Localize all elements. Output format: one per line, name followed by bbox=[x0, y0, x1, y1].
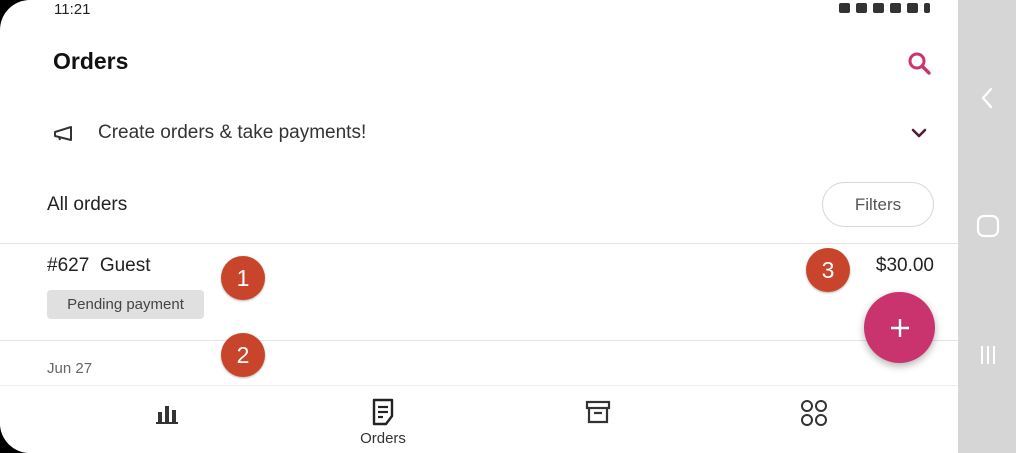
status-time: 11:21 bbox=[54, 1, 91, 18]
nav-orders[interactable]: Orders bbox=[323, 386, 443, 453]
nav-stats[interactable] bbox=[108, 386, 228, 453]
nav-orders-label: Orders bbox=[360, 430, 406, 447]
wifi-icon bbox=[873, 3, 884, 13]
status-icons bbox=[839, 3, 930, 13]
marker-2: 2 bbox=[221, 333, 265, 377]
search-icon bbox=[908, 52, 931, 75]
megaphone-icon bbox=[54, 126, 72, 141]
section-title: All orders bbox=[47, 194, 128, 215]
status-badge: Pending payment bbox=[47, 290, 204, 319]
grid-circles-icon bbox=[801, 400, 827, 426]
filters-button[interactable]: Filters bbox=[822, 182, 934, 227]
date-group-label: Jun 27 bbox=[47, 360, 93, 377]
marker-3: 3 bbox=[806, 248, 850, 292]
order-title: #627 Guest bbox=[47, 255, 151, 276]
bar-chart-icon bbox=[156, 406, 178, 424]
app-screen: 11:21 Orders Create orders & take paymen… bbox=[0, 0, 958, 453]
plus-icon bbox=[890, 318, 909, 337]
home-icon[interactable] bbox=[976, 214, 1000, 238]
document-icon bbox=[372, 398, 394, 426]
mute-icon bbox=[856, 3, 867, 13]
signal-icon bbox=[907, 3, 918, 13]
promo-text: Create orders & take payments! bbox=[98, 122, 367, 143]
marker-1: 1 bbox=[221, 256, 265, 300]
add-order-button[interactable] bbox=[864, 292, 935, 363]
page-title: Orders bbox=[53, 48, 129, 74]
recents-icon[interactable] bbox=[978, 344, 998, 366]
promo-banner[interactable]: Create orders & take payments! bbox=[0, 107, 958, 159]
system-nav-bar bbox=[958, 0, 1016, 453]
chevron-down-icon[interactable] bbox=[907, 124, 931, 142]
nav-more[interactable] bbox=[754, 386, 874, 453]
archive-box-icon bbox=[585, 400, 611, 424]
back-icon[interactable] bbox=[978, 86, 996, 110]
order-amount: $30.00 bbox=[875, 255, 934, 276]
divider bbox=[0, 243, 958, 244]
nav-products[interactable] bbox=[538, 386, 658, 453]
search-button[interactable] bbox=[905, 50, 933, 78]
lte-icon bbox=[890, 3, 901, 13]
divider bbox=[0, 340, 958, 341]
battery-icon bbox=[924, 3, 930, 13]
status-bar: 11:21 bbox=[0, 0, 958, 22]
bottom-nav: Orders bbox=[0, 385, 958, 453]
alarm-icon bbox=[839, 3, 850, 13]
